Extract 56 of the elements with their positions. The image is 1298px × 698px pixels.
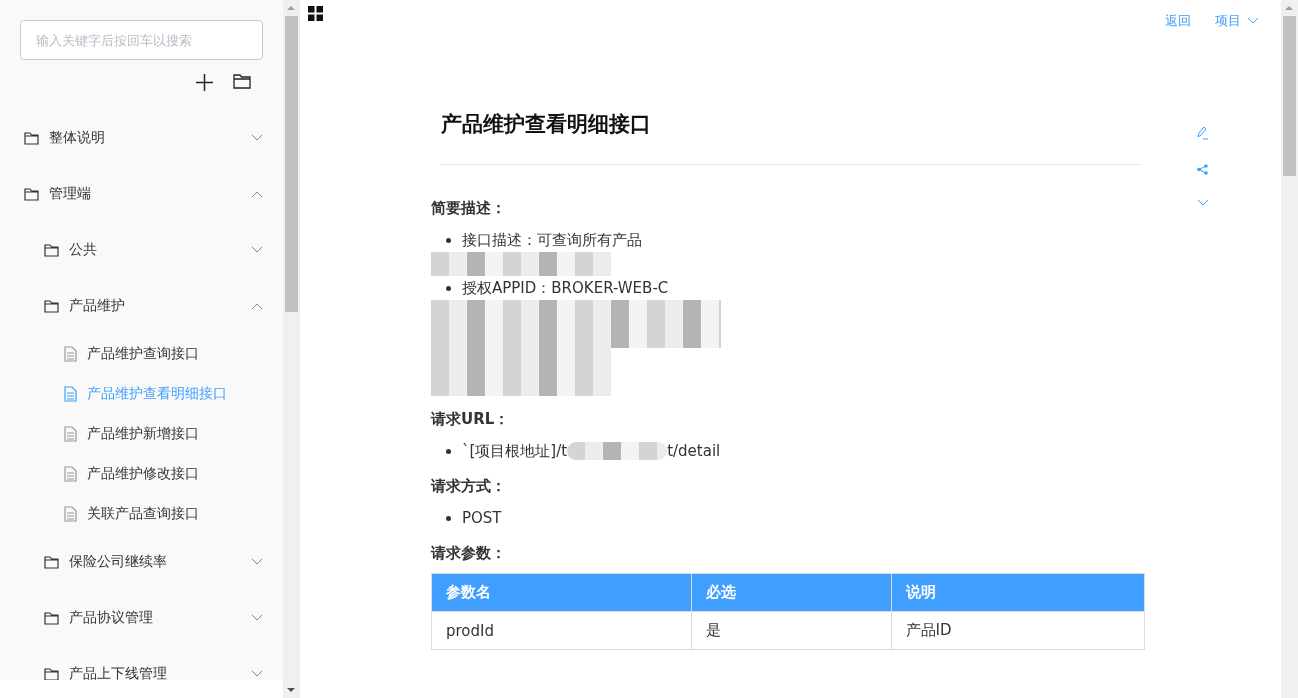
section-heading: 请求参数： bbox=[431, 544, 507, 563]
grid-icon[interactable] bbox=[308, 6, 323, 21]
tree-item[interactable]: 产品维护新增接口 bbox=[20, 414, 263, 454]
section-heading: 请求URL： bbox=[431, 410, 511, 429]
folder-icon[interactable] bbox=[233, 74, 251, 89]
document-icon bbox=[64, 506, 77, 522]
tree-item[interactable]: 产品上下线管理 bbox=[20, 646, 263, 680]
chevron-down-icon[interactable] bbox=[1247, 17, 1259, 25]
chevron-down-icon[interactable] bbox=[251, 670, 263, 678]
url-text: t/detail bbox=[667, 442, 721, 460]
section-heading: 请求方式： bbox=[431, 477, 507, 496]
table-cell: prodId bbox=[431, 611, 692, 650]
tree-item[interactable]: 产品协议管理 bbox=[20, 590, 263, 646]
list-item-text: 授权APPID：BROKER-WEB-C bbox=[462, 278, 669, 298]
column-header: 说明 bbox=[891, 573, 1145, 612]
folder-icon bbox=[44, 667, 59, 680]
column-header: 必选 bbox=[691, 573, 892, 612]
folder-icon bbox=[44, 555, 59, 569]
list-item-text: 接口描述：可查询所有产品 bbox=[462, 230, 642, 250]
page-title: 产品维护查看明细接口 bbox=[441, 110, 1141, 165]
chevron-up-icon[interactable] bbox=[251, 302, 263, 310]
scrollbar[interactable] bbox=[283, 0, 300, 698]
chevron-down-icon[interactable] bbox=[251, 246, 263, 254]
table-cell: 产品ID bbox=[891, 611, 1145, 650]
list-item-text: POST bbox=[462, 509, 502, 527]
chevron-up-icon[interactable] bbox=[251, 190, 263, 198]
section-heading: 简要描述： bbox=[431, 199, 507, 218]
url-text: `[项目根地址]/t bbox=[462, 441, 568, 461]
chevron-down-icon[interactable] bbox=[251, 134, 263, 142]
chevron-down-icon[interactable] bbox=[1196, 199, 1209, 207]
tree-item[interactable]: 关联产品查询接口 bbox=[20, 494, 263, 534]
tree-item[interactable]: 保险公司继续率 bbox=[20, 534, 263, 590]
tree-item[interactable]: 产品维护修改接口 bbox=[20, 454, 263, 494]
tree-item[interactable]: 管理端 bbox=[20, 166, 263, 222]
document-icon bbox=[64, 426, 77, 442]
tree-item[interactable]: 整体说明 bbox=[20, 110, 263, 166]
plus-icon[interactable] bbox=[196, 74, 213, 91]
folder-icon bbox=[44, 243, 59, 257]
tree-item[interactable]: 产品维护查询接口 bbox=[20, 334, 263, 374]
folder-icon bbox=[44, 299, 59, 313]
document-icon bbox=[64, 346, 77, 362]
pencil-icon[interactable] bbox=[1196, 126, 1209, 140]
scrollbar[interactable] bbox=[1281, 0, 1298, 698]
chevron-down-icon[interactable] bbox=[251, 614, 263, 622]
column-header: 参数名 bbox=[431, 573, 692, 612]
share-icon[interactable] bbox=[1197, 164, 1208, 175]
tree-item[interactable]: 公共 bbox=[20, 222, 263, 278]
folder-icon bbox=[24, 131, 39, 145]
folder-icon bbox=[24, 187, 39, 201]
document-icon bbox=[64, 466, 77, 482]
folder-icon bbox=[44, 611, 59, 625]
search-field[interactable]: 输入关键字后按回车以搜索 bbox=[20, 20, 263, 60]
table-cell: 是 bbox=[691, 611, 892, 650]
document-icon bbox=[64, 386, 77, 402]
tree-item[interactable]: 产品维护 bbox=[20, 278, 263, 334]
chevron-down-icon[interactable] bbox=[251, 558, 263, 566]
